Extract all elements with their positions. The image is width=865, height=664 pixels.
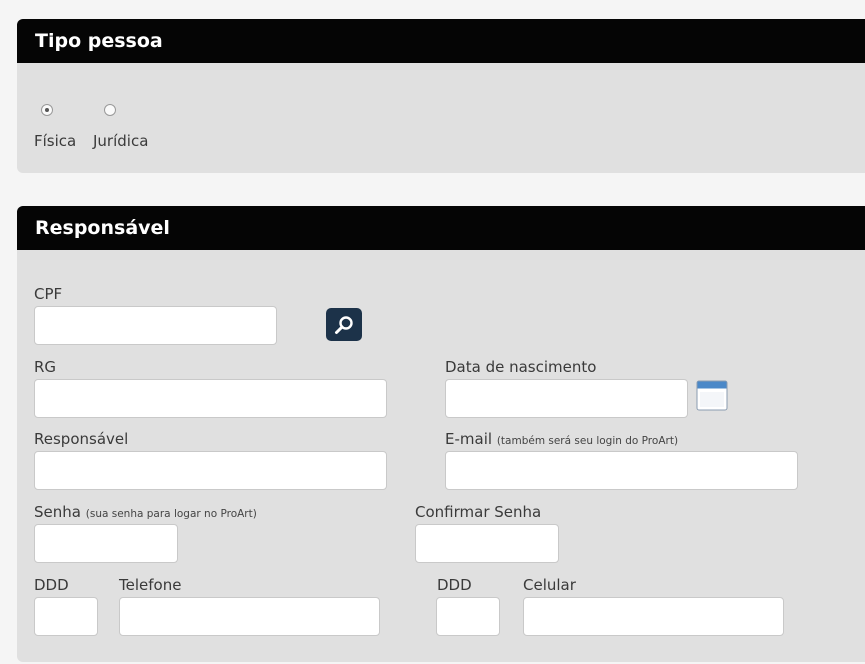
email-label-text: E-mail — [445, 430, 493, 448]
ddd-telefone-label: DDD — [34, 576, 69, 594]
calendar-icon[interactable] — [696, 380, 728, 411]
email-label: E-mail (também será seu login do ProArt) — [445, 430, 678, 448]
data-nascimento-input[interactable] — [445, 379, 688, 418]
responsavel-input[interactable] — [34, 451, 387, 490]
cpf-search-button[interactable] — [326, 308, 362, 341]
responsavel-label: Responsável — [34, 430, 129, 448]
data-nascimento-label: Data de nascimento — [445, 358, 597, 376]
ddd-celular-input[interactable] — [436, 597, 500, 636]
telefone-input[interactable] — [119, 597, 380, 636]
senha-label: Senha (sua senha para logar no ProArt) — [34, 503, 257, 521]
email-input[interactable] — [445, 451, 798, 490]
celular-label: Celular — [523, 576, 576, 594]
ddd-telefone-input[interactable] — [34, 597, 98, 636]
rg-input[interactable] — [34, 379, 387, 418]
senha-hint: (sua senha para logar no ProArt) — [85, 508, 257, 520]
cpf-label: CPF — [34, 285, 63, 303]
tipo-pessoa-header: Tipo pessoa — [17, 19, 865, 63]
responsavel-header: Responsável — [17, 206, 865, 250]
radio-juridica[interactable] — [104, 104, 116, 116]
rg-label: RG — [34, 358, 57, 376]
confirmar-senha-input[interactable] — [415, 524, 559, 563]
tipo-pessoa-panel: Tipo pessoa Física Jurídica — [17, 19, 865, 173]
senha-input[interactable] — [34, 524, 178, 563]
radio-fisica-label[interactable]: Física — [34, 132, 76, 150]
cpf-input[interactable] — [34, 306, 277, 345]
senha-label-text: Senha — [34, 503, 81, 521]
responsavel-panel: Responsável CPF RG Data de nascimento Re… — [17, 206, 865, 662]
confirmar-senha-label: Confirmar Senha — [415, 503, 542, 521]
telefone-label: Telefone — [119, 576, 182, 594]
magnifier-icon — [335, 315, 353, 334]
email-hint: (também será seu login do ProArt) — [496, 435, 679, 447]
ddd-celular-label: DDD — [437, 576, 472, 594]
celular-input[interactable] — [523, 597, 784, 636]
radio-juridica-label[interactable]: Jurídica — [93, 132, 148, 150]
radio-fisica[interactable] — [41, 104, 53, 116]
